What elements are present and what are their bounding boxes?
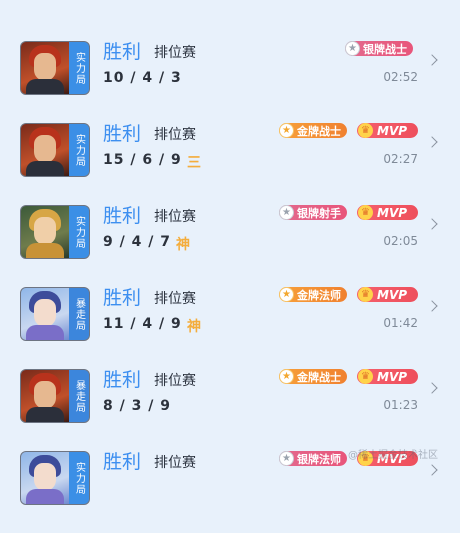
star-icon: ★	[279, 123, 294, 138]
chevron-right-icon	[426, 300, 438, 312]
match-row[interactable]: 暴走局 胜利 排位赛 11 / 4 / 9 神 ★ 金牌法师 ♛ MVP 01:42	[0, 287, 460, 369]
chevron-right-icon	[426, 464, 438, 476]
match-type: 排位赛	[154, 209, 196, 225]
chevron-right-icon	[426, 218, 438, 230]
match-result: 胜利	[103, 451, 142, 473]
hero-avatar: 实力局	[20, 123, 90, 177]
badge-label: 银牌战士	[363, 42, 407, 56]
badge-label: 银牌射手	[297, 206, 341, 220]
match-duration: 02:52	[383, 70, 418, 84]
star-icon: ★	[345, 41, 360, 56]
honor-mark: 神	[187, 319, 201, 335]
star-icon: ★	[279, 205, 294, 220]
match-row[interactable]: 实力局 胜利 排位赛 ★ 银牌法师 ♛ MVP	[0, 451, 460, 533]
kda-score: 9 / 4 / 7	[103, 234, 171, 250]
hero-rank-badge: ★ 金牌战士	[279, 123, 347, 138]
match-duration: 01:42	[383, 316, 418, 330]
mode-tag: 暴走局	[69, 288, 89, 340]
hero-avatar: 实力局	[20, 205, 90, 259]
match-type: 排位赛	[154, 127, 196, 143]
match-duration: 01:23	[383, 398, 418, 412]
mvp-badge: ♛ MVP	[357, 369, 418, 384]
match-result: 胜利	[103, 41, 142, 63]
badge-label: 金牌战士	[297, 370, 341, 384]
mvp-label: MVP	[377, 287, 408, 302]
match-row[interactable]: 实力局 胜利 排位赛 15 / 6 / 9 三 ★ 金牌战士 ♛ MVP 02:27	[0, 123, 460, 205]
blue-hair-mage-portrait	[21, 288, 69, 340]
hero-avatar: 暴走局	[20, 369, 90, 423]
badge-label: 金牌战士	[297, 124, 341, 138]
honor-mark: 神	[176, 237, 190, 253]
red-hair-warrior-portrait	[21, 42, 69, 94]
match-duration: 02:05	[383, 234, 418, 248]
mode-tag: 实力局	[69, 206, 89, 258]
match-type: 排位赛	[154, 373, 196, 389]
honor-mark: 三	[187, 155, 201, 171]
trophy-icon: ♛	[358, 123, 373, 138]
match-duration: 02:27	[383, 152, 418, 166]
hero-avatar: 实力局	[20, 451, 90, 505]
match-result: 胜利	[103, 205, 142, 227]
hero-avatar: 实力局	[20, 41, 90, 95]
mode-tag: 实力局	[69, 124, 89, 176]
star-icon: ★	[279, 451, 294, 466]
trophy-icon: ♛	[358, 205, 373, 220]
badge-label: 银牌法师	[297, 452, 341, 466]
mvp-label: MVP	[377, 123, 408, 138]
trophy-icon: ♛	[358, 287, 373, 302]
golden-archer-portrait	[21, 206, 69, 258]
badge-label: 金牌法师	[297, 288, 341, 302]
chevron-right-icon	[426, 54, 438, 66]
red-hair-warrior-portrait	[21, 124, 69, 176]
chevron-right-icon	[426, 382, 438, 394]
mode-tag: 暴走局	[69, 370, 89, 422]
mode-tag: 实力局	[69, 42, 89, 94]
kda-score: 10 / 4 / 3	[103, 70, 182, 86]
kda-score: 8 / 3 / 9	[103, 398, 171, 414]
hero-rank-badge: ★ 金牌战士	[279, 369, 347, 384]
kda-score: 11 / 4 / 9	[103, 316, 182, 332]
kda-score: 15 / 6 / 9	[103, 152, 182, 168]
match-type: 排位赛	[154, 291, 196, 307]
match-row[interactable]: 实力局 胜利 排位赛 9 / 4 / 7 神 ★ 银牌射手 ♛ MVP 02:05	[0, 205, 460, 287]
hero-avatar: 暴走局	[20, 287, 90, 341]
match-result: 胜利	[103, 123, 142, 145]
chevron-right-icon	[426, 136, 438, 148]
hero-rank-badge: ★ 银牌法师	[279, 451, 347, 466]
watermark: @稀土掘金技术社区	[348, 450, 438, 461]
match-result: 胜利	[103, 369, 142, 391]
hero-rank-badge: ★ 银牌战士	[345, 41, 413, 56]
match-history-list: 实力局 胜利 排位赛 10 / 4 / 3 ★ 银牌战士 02:52 实力局 胜利 排位赛 15 /…	[0, 0, 460, 505]
match-type: 排位赛	[154, 455, 196, 471]
match-result: 胜利	[103, 287, 142, 309]
match-type: 排位赛	[154, 45, 196, 61]
star-icon: ★	[279, 287, 294, 302]
mvp-badge: ♛ MVP	[357, 287, 418, 302]
match-row[interactable]: 暴走局 胜利 排位赛 8 / 3 / 9 ★ 金牌战士 ♛ MVP 01:23	[0, 369, 460, 451]
mvp-label: MVP	[377, 205, 408, 220]
mvp-label: MVP	[377, 369, 408, 384]
mvp-badge: ♛ MVP	[357, 123, 418, 138]
hero-rank-badge: ★ 金牌法师	[279, 287, 347, 302]
star-icon: ★	[279, 369, 294, 384]
mvp-badge: ♛ MVP	[357, 205, 418, 220]
match-row[interactable]: 实力局 胜利 排位赛 10 / 4 / 3 ★ 银牌战士 02:52	[0, 41, 460, 123]
trophy-icon: ♛	[358, 369, 373, 384]
red-hair-warrior-portrait	[21, 370, 69, 422]
hero-rank-badge: ★ 银牌射手	[279, 205, 347, 220]
